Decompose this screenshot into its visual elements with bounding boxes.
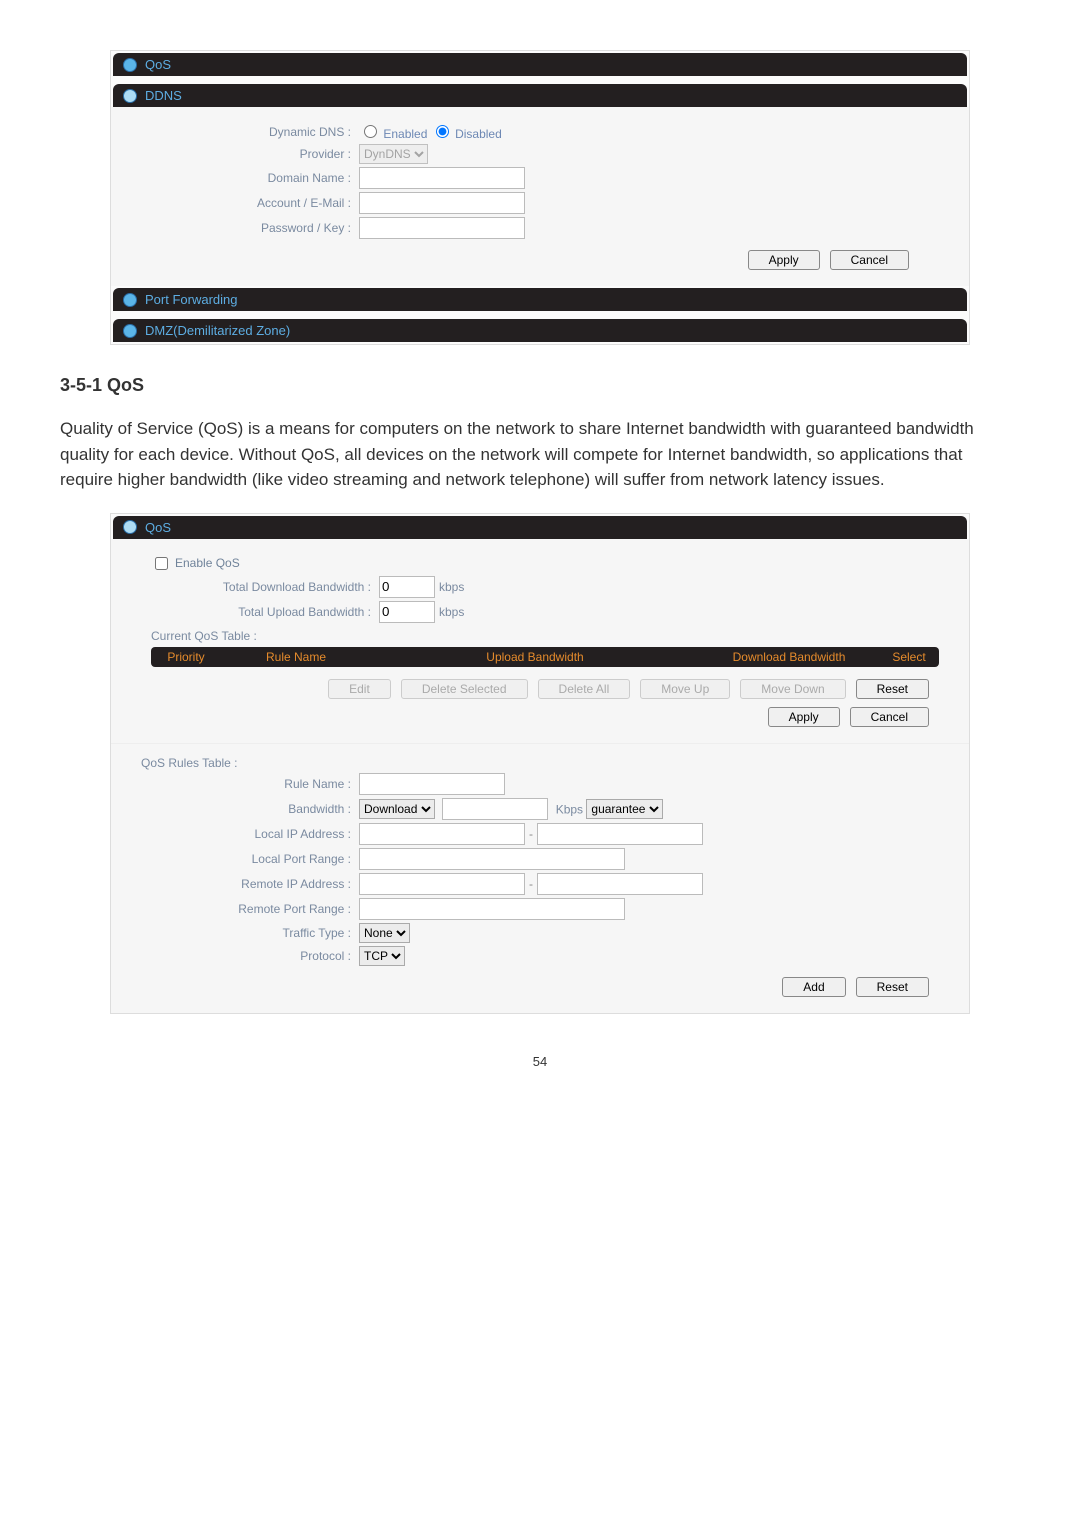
account-label: Account / E-Mail : (141, 196, 359, 210)
th-rule: Rule Name (221, 647, 371, 667)
apply-button-2[interactable]: Apply (768, 707, 840, 727)
delete-selected-button[interactable]: Delete Selected (401, 679, 528, 699)
qos-panel: QoS Enable QoS Total Download Bandwidth … (110, 513, 970, 1014)
domain-name-input[interactable] (359, 167, 525, 189)
move-up-button[interactable]: Move Up (640, 679, 730, 699)
acc-title-portfwd: Port Forwarding (145, 292, 237, 307)
th-priority: Priority (151, 647, 221, 667)
acc-header-dmz[interactable]: DMZ(Demilitarized Zone) (113, 319, 967, 342)
acc-title-ddns: DDNS (145, 88, 182, 103)
body-paragraph: Quality of Service (QoS) is a means for … (60, 416, 1020, 493)
local-ip-start-input[interactable] (359, 823, 525, 845)
apply-button[interactable]: Apply (748, 250, 820, 270)
bandwidth-dir-select[interactable]: Download (359, 799, 435, 819)
enable-qos-checkbox[interactable] (155, 557, 168, 570)
acc-header-portfwd[interactable]: Port Forwarding (113, 288, 967, 311)
local-port-label: Local Port Range : (141, 852, 359, 866)
remote-ip-end-input[interactable] (537, 873, 703, 895)
acc-header-ddns[interactable]: DDNS (113, 84, 967, 107)
cancel-button[interactable]: Cancel (830, 250, 909, 270)
acc-title-dmz: DMZ(Demilitarized Zone) (145, 323, 290, 338)
remote-port-input[interactable] (359, 898, 625, 920)
bandwidth-value-input[interactable] (442, 798, 548, 820)
remote-port-label: Remote Port Range : (141, 902, 359, 916)
domain-name-label: Domain Name : (141, 171, 359, 185)
remote-ip-start-input[interactable] (359, 873, 525, 895)
traffic-type-select[interactable]: None (359, 923, 410, 943)
bullet-icon (123, 58, 137, 72)
cancel-button-2[interactable]: Cancel (850, 707, 929, 727)
protocol-label: Protocol : (141, 949, 359, 963)
delete-all-button[interactable]: Delete All (538, 679, 631, 699)
password-input[interactable] (359, 217, 525, 239)
qos-rules-body: QoS Rules Table : Rule Name : Bandwidth … (111, 743, 969, 1013)
add-button[interactable]: Add (782, 977, 845, 997)
bandwidth-mode-select[interactable]: guarantee (586, 799, 663, 819)
provider-select[interactable]: DynDNS (359, 144, 428, 164)
protocol-select[interactable]: TCP (359, 946, 405, 966)
reset-button[interactable]: Reset (856, 679, 929, 699)
ddns-body: Dynamic DNS : Enabled Disabled Provider … (111, 107, 969, 286)
current-table-label: Current QoS Table : (151, 629, 939, 643)
enabled-label: Enabled (383, 127, 427, 141)
rule-name-input[interactable] (359, 773, 505, 795)
acc-header-qos[interactable]: QoS (113, 53, 967, 76)
rules-table-label: QoS Rules Table : (141, 756, 939, 770)
qos-table-header: Priority Rule Name Upload Bandwidth Down… (151, 647, 939, 667)
section-heading: 3-5-1 QoS (60, 375, 1020, 396)
edit-button[interactable]: Edit (328, 679, 391, 699)
kbps-label: kbps (439, 580, 464, 594)
bullet-icon (123, 520, 137, 534)
acc-header-qos2[interactable]: QoS (113, 516, 967, 539)
tdb-input[interactable] (379, 576, 435, 598)
rule-name-label: Rule Name : (141, 777, 359, 791)
local-ip-label: Local IP Address : (141, 827, 359, 841)
bullet-icon (123, 293, 137, 307)
remote-ip-label: Remote IP Address : (141, 877, 359, 891)
acc-title-qos2: QoS (145, 520, 171, 535)
bandwidth-label: Bandwidth : (141, 802, 359, 816)
reset-button-2[interactable]: Reset (856, 977, 929, 997)
account-input[interactable] (359, 192, 525, 214)
enable-qos-label: Enable QoS (175, 556, 240, 570)
dynamic-dns-enabled-radio[interactable] (364, 125, 377, 138)
disabled-label: Disabled (455, 127, 502, 141)
local-ip-end-input[interactable] (537, 823, 703, 845)
ddns-panel: QoS DDNS Dynamic DNS : Enabled Disabled … (110, 50, 970, 345)
qos-body: Enable QoS Total Download Bandwidth : kb… (111, 539, 969, 743)
dynamic-dns-disabled-radio[interactable] (436, 125, 449, 138)
kbps-label-2: kbps (439, 605, 464, 619)
dash-icon: - (529, 827, 533, 841)
dash-icon: - (529, 877, 533, 891)
th-download: Download Bandwidth (699, 647, 879, 667)
page-number: 54 (60, 1034, 1020, 1089)
kbps-label-3: Kbps (556, 802, 583, 816)
traffic-type-label: Traffic Type : (141, 926, 359, 940)
acc-title-qos: QoS (145, 57, 171, 72)
provider-label: Provider : (141, 147, 359, 161)
bullet-icon (123, 324, 137, 338)
move-down-button[interactable]: Move Down (740, 679, 845, 699)
bullet-icon (123, 89, 137, 103)
local-port-input[interactable] (359, 848, 625, 870)
tdb-label: Total Download Bandwidth : (151, 580, 379, 594)
th-select: Select (879, 647, 939, 667)
th-upload: Upload Bandwidth (371, 647, 699, 667)
tub-input[interactable] (379, 601, 435, 623)
tub-label: Total Upload Bandwidth : (151, 605, 379, 619)
dynamic-dns-label: Dynamic DNS : (141, 125, 359, 139)
password-label: Password / Key : (141, 221, 359, 235)
